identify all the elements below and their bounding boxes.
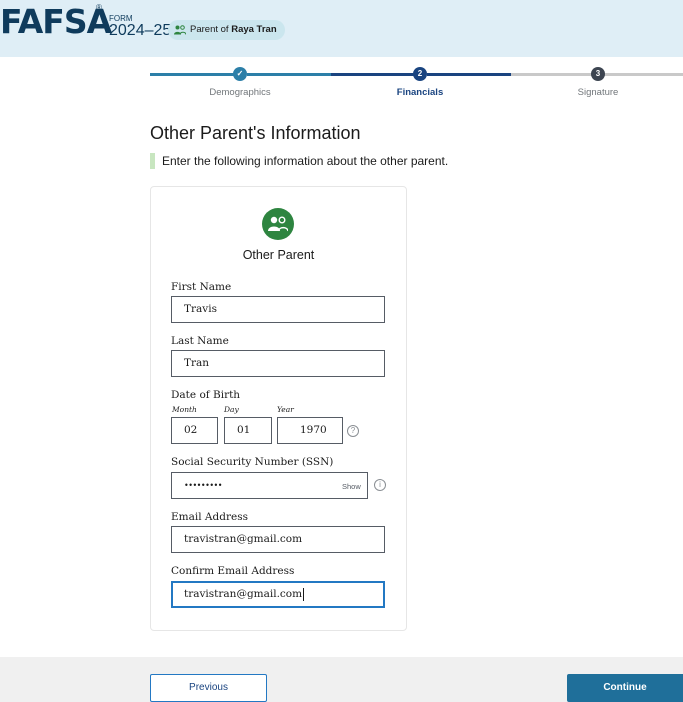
continue-button[interactable]: Continue bbox=[567, 674, 683, 702]
step-number-3: 3 bbox=[591, 67, 605, 81]
card-title: Other Parent bbox=[242, 248, 315, 262]
ssn-label: Social Security Number (SSN) bbox=[171, 456, 334, 468]
page-title: Other Parent's Information bbox=[150, 123, 361, 143]
first-name-input[interactable]: Travis bbox=[171, 296, 385, 323]
dob-day-input[interactable]: 01 bbox=[224, 417, 272, 444]
email-input[interactable]: travistran@gmail.com bbox=[171, 526, 385, 553]
step-complete-check-icon: ✓ bbox=[233, 67, 247, 81]
people-icon bbox=[174, 25, 186, 35]
date-of-birth-label: Date of Birth bbox=[171, 389, 241, 401]
step-label-signature: Signature bbox=[577, 87, 619, 98]
confirm-email-value: travistran@gmail.com bbox=[184, 588, 303, 600]
form-year: 2024–25 bbox=[109, 22, 172, 39]
info-circle-icon[interactable]: i bbox=[374, 479, 386, 491]
confirm-email-input[interactable]: travistran@gmail.com bbox=[171, 581, 385, 608]
dob-year-value: 1970 bbox=[300, 424, 327, 436]
ssn-input[interactable]: ••••••••• bbox=[171, 472, 368, 499]
text-cursor bbox=[303, 587, 305, 601]
step-connector bbox=[331, 73, 419, 76]
day-label: Day bbox=[224, 405, 239, 414]
question-circle-icon[interactable]: ? bbox=[347, 425, 359, 437]
role-name: Raya Tran bbox=[231, 24, 277, 35]
month-label: Month bbox=[172, 405, 197, 414]
first-name-label: First Name bbox=[171, 281, 232, 293]
ssn-masked-value: ••••••••• bbox=[184, 481, 222, 490]
last-name-input[interactable]: Tran bbox=[171, 350, 385, 377]
step-connector bbox=[150, 73, 238, 76]
step-connector bbox=[247, 73, 331, 76]
fafsa-logo: FAFSA bbox=[0, 2, 112, 41]
confirm-email-label: Confirm Email Address bbox=[171, 565, 295, 577]
step-number-2: 2 bbox=[413, 67, 427, 81]
role-prefix: Parent of bbox=[190, 24, 229, 35]
previous-button[interactable]: Previous bbox=[150, 674, 267, 702]
avatar bbox=[262, 208, 294, 240]
role-badge: Parent of Raya Tran bbox=[168, 20, 285, 40]
app-header: FAFSA ® FORM 2024–25 Parent of Raya Tran bbox=[0, 0, 683, 57]
registered-mark: ® bbox=[96, 3, 102, 12]
step-label-financials: Financials bbox=[396, 87, 444, 98]
step-connector bbox=[427, 73, 511, 76]
step-label-demographics: Demographics bbox=[209, 87, 271, 98]
dob-year-input[interactable]: 1970 bbox=[277, 417, 343, 444]
year-label: Year bbox=[277, 405, 294, 414]
show-ssn-button[interactable]: Show bbox=[342, 482, 361, 491]
email-label: Email Address bbox=[171, 511, 248, 523]
dob-month-input[interactable]: 02 bbox=[171, 417, 218, 444]
last-name-label: Last Name bbox=[171, 335, 229, 347]
instruction-text: Enter the following information about th… bbox=[150, 153, 448, 169]
people-icon bbox=[268, 216, 288, 232]
